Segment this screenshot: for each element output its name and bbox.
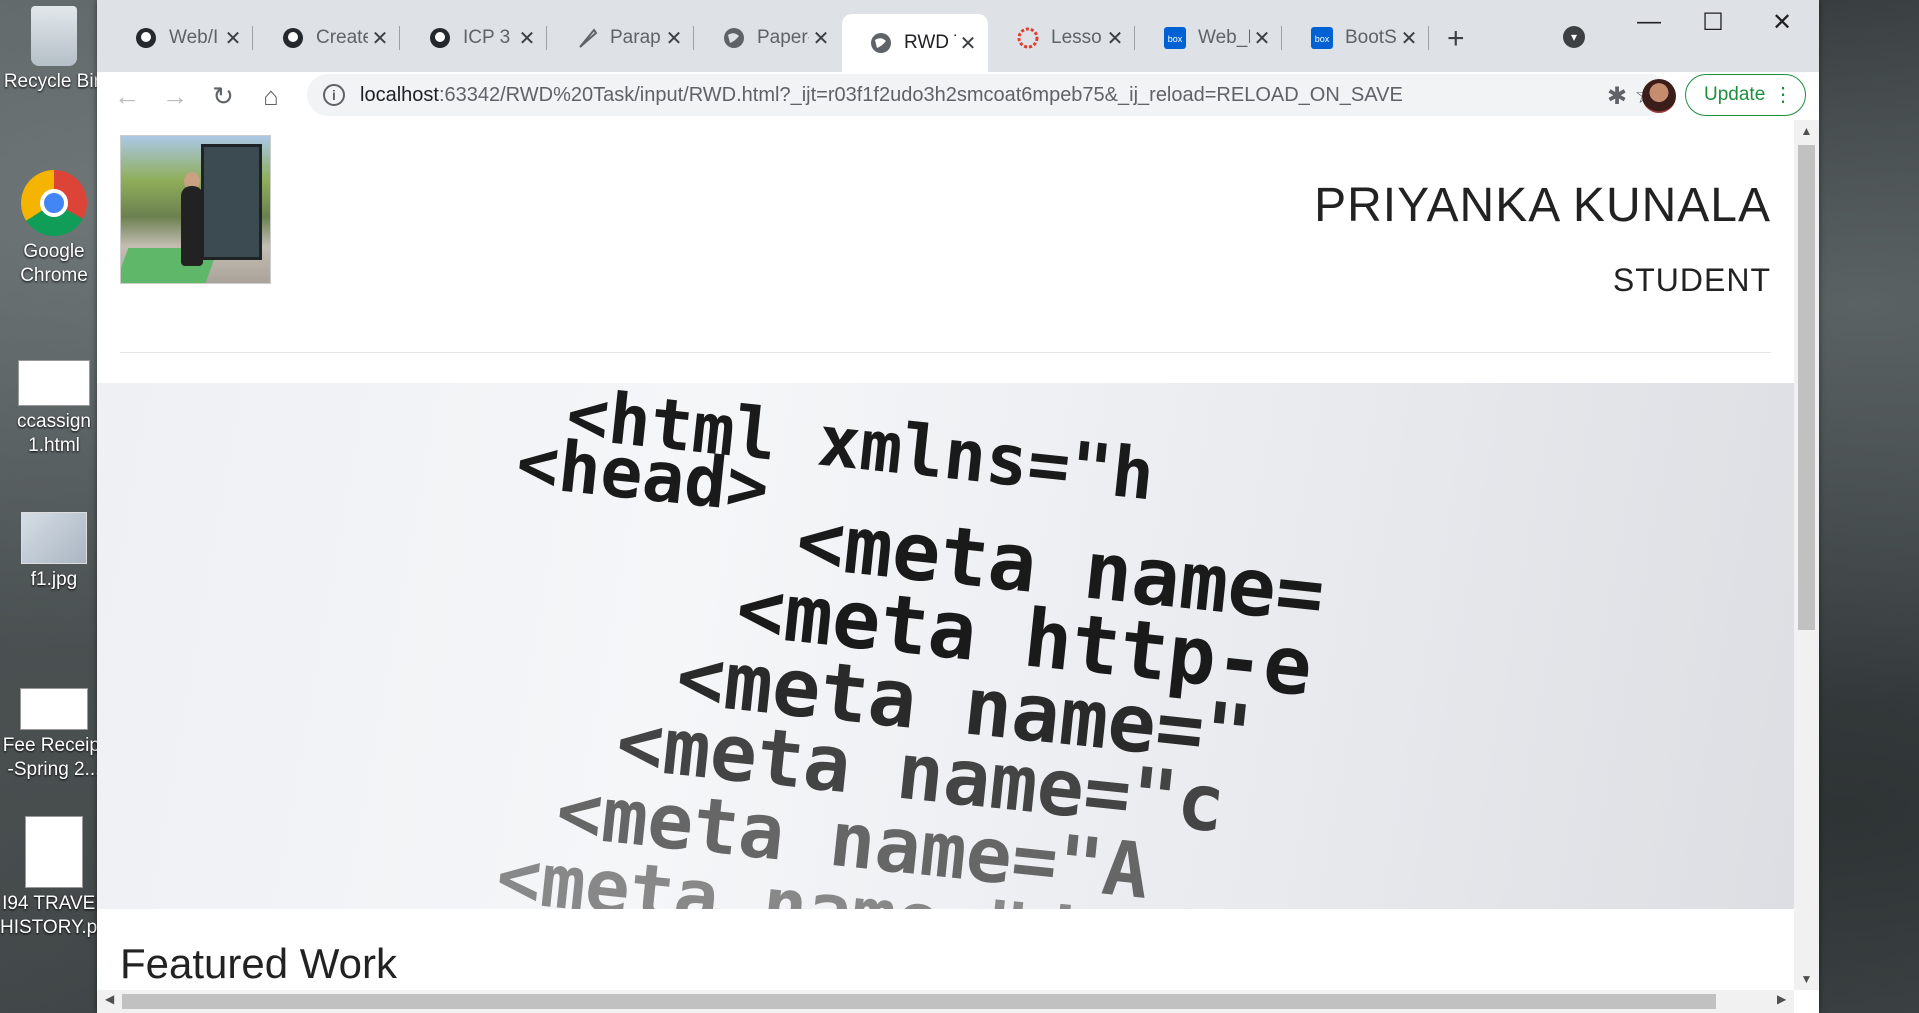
- tab-strip: Web/I ✕ Create ✕ ICP 3 V ✕ Paraph ✕ Pape…: [97, 0, 1819, 72]
- desktop-icon-label: ccassign 1.html: [17, 411, 91, 456]
- profile-photo: [120, 135, 271, 284]
- tab-web-l[interactable]: box Web_I ✕: [1136, 18, 1282, 58]
- update-button[interactable]: Update ⋮: [1685, 74, 1806, 116]
- address-bar[interactable]: i localhost:63342/RWD%20Task/input/RWD.h…: [307, 74, 1670, 116]
- close-icon[interactable]: ✕: [1103, 26, 1127, 51]
- back-arrow-icon[interactable]: ←: [109, 78, 145, 114]
- tab-paper[interactable]: Paper- ✕: [695, 18, 841, 58]
- desktop-icon-label: Recycle Bin: [3, 71, 105, 92]
- pdf-file-icon: [25, 816, 83, 888]
- tab-paraph[interactable]: Paraph ✕: [548, 18, 694, 58]
- canvas-icon: [1017, 27, 1039, 49]
- tab-boots[interactable]: box BootS ✕: [1283, 18, 1429, 58]
- scroll-left-arrow-icon[interactable]: ◀: [105, 992, 114, 1006]
- url-text: localhost:63342/RWD%20Task/input/RWD.htm…: [360, 84, 1403, 107]
- html-file-icon: [18, 360, 90, 406]
- header-divider: [120, 352, 1771, 353]
- box-icon: box: [1311, 27, 1333, 49]
- page-subtitle-role: STUDENT: [1612, 262, 1771, 298]
- github-icon: [135, 27, 157, 49]
- desktop-icon-i94[interactable]: I94 TRAVEL HISTORY.pdf: [0, 816, 114, 940]
- recycle-bin-icon: [31, 6, 77, 66]
- box-icon-text: box: [1315, 34, 1330, 44]
- close-icon[interactable]: ✕: [809, 26, 833, 51]
- horizontal-scroll-thumb[interactable]: [122, 994, 1716, 1009]
- desktop-icon-label: f1.jpg: [30, 569, 78, 590]
- home-icon[interactable]: ⌂: [253, 78, 289, 114]
- tab-create[interactable]: Create ✕: [254, 18, 400, 58]
- close-icon[interactable]: ✕: [956, 31, 980, 56]
- reload-icon[interactable]: ↻: [205, 78, 241, 114]
- tab-label: BootS: [1345, 27, 1397, 48]
- tab-rwd-active[interactable]: RWD T ✕: [842, 14, 988, 72]
- url-host: localhost: [360, 83, 439, 106]
- globe-icon: [723, 27, 745, 49]
- chrome-icon: [21, 170, 87, 236]
- globe-icon: [870, 32, 892, 54]
- document-file-icon: [20, 688, 88, 730]
- tab-label: Create: [316, 27, 368, 48]
- box-icon: box: [1164, 27, 1186, 49]
- image-file-icon: [21, 512, 87, 564]
- forward-arrow-icon[interactable]: →: [157, 78, 193, 114]
- close-icon[interactable]: ✕: [221, 26, 245, 51]
- tab-label: Web/I: [169, 27, 219, 48]
- tab-label: ICP 3 V: [463, 27, 515, 48]
- tab-icp3[interactable]: ICP 3 V ✕: [401, 18, 547, 58]
- browser-toolbar: ← → ↻ ⌂ i localhost:63342/RWD%20Task/inp…: [97, 72, 1819, 121]
- horizontal-scrollbar[interactable]: ◀ ▶: [97, 990, 1794, 1013]
- tab-search-chevron-icon[interactable]: ▾: [1563, 26, 1585, 48]
- browser-window: Web/I ✕ Create ✕ ICP 3 V ✕ Paraph ✕ Pape…: [97, 0, 1819, 1013]
- close-icon[interactable]: ✕: [1250, 26, 1274, 51]
- new-tab-plus-icon[interactable]: +: [1447, 22, 1465, 56]
- desktop-icon-ccassign[interactable]: ccassign 1.html: [0, 360, 108, 458]
- scroll-up-arrow-icon[interactable]: ▲: [1794, 124, 1819, 138]
- desktop-icon-google-chrome[interactable]: Google Chrome: [0, 170, 108, 288]
- profile-avatar[interactable]: [1642, 79, 1676, 113]
- scroll-right-arrow-icon[interactable]: ▶: [1777, 992, 1786, 1006]
- tab-label: Lesson: [1051, 27, 1103, 48]
- tab-label: Paraph: [610, 27, 662, 48]
- tab-web-i[interactable]: Web/I ✕: [107, 18, 253, 58]
- tab-label: Paper-: [757, 27, 809, 48]
- hero-banner-image: <html xmlns="h <head> <meta name= <meta …: [97, 383, 1794, 909]
- tab-lesson[interactable]: Lesson ✕: [989, 18, 1135, 58]
- desktop-icon-label: Google Chrome: [20, 241, 88, 286]
- close-icon[interactable]: ✕: [368, 26, 392, 51]
- site-info-icon[interactable]: i: [323, 84, 345, 106]
- box-icon-text: box: [1168, 34, 1183, 44]
- tab-label: Web_I: [1198, 27, 1250, 48]
- close-icon[interactable]: ✕: [515, 26, 539, 51]
- github-icon: [282, 27, 304, 49]
- desktop-icon-label: Fee Receipt -Spring 2...: [2, 735, 106, 780]
- extensions-puzzle-icon[interactable]: ✱: [1607, 82, 1627, 111]
- update-button-label: Update: [1704, 84, 1766, 105]
- minimize-icon[interactable]: —: [1634, 8, 1664, 36]
- close-icon[interactable]: ✕: [1397, 26, 1421, 51]
- vertical-scrollbar[interactable]: ▲ ▼: [1794, 120, 1819, 990]
- page-viewport: PRIYANKA KUNALA STUDENT <html xmlns="h <…: [97, 120, 1794, 990]
- featured-work-heading: Featured Work: [120, 940, 397, 987]
- tab-label: RWD T: [904, 32, 956, 53]
- url-path: :63342/RWD%20Task/input/RWD.html?_ijt=r0…: [438, 83, 1403, 106]
- scroll-down-arrow-icon[interactable]: ▼: [1794, 972, 1819, 986]
- maximize-icon[interactable]: ☐: [1698, 8, 1728, 37]
- page-title-name: PRIYANKA KUNALA: [1314, 179, 1771, 232]
- feather-icon: [576, 27, 598, 49]
- vertical-scroll-thumb[interactable]: [1798, 145, 1815, 630]
- desktop-icon-fee-receipt[interactable]: Fee Receipt -Spring 2...: [0, 688, 108, 782]
- desktop-icon-recycle-bin[interactable]: Recycle Bin: [0, 6, 108, 94]
- github-icon: [429, 27, 451, 49]
- close-window-icon[interactable]: ✕: [1767, 8, 1797, 37]
- desktop-icon-label: I94 TRAVEL HISTORY.pdf: [0, 893, 114, 938]
- more-menu-icon[interactable]: ⋮: [1773, 81, 1793, 109]
- desktop-icon-f1jpg[interactable]: f1.jpg: [0, 512, 108, 592]
- close-icon[interactable]: ✕: [662, 26, 686, 51]
